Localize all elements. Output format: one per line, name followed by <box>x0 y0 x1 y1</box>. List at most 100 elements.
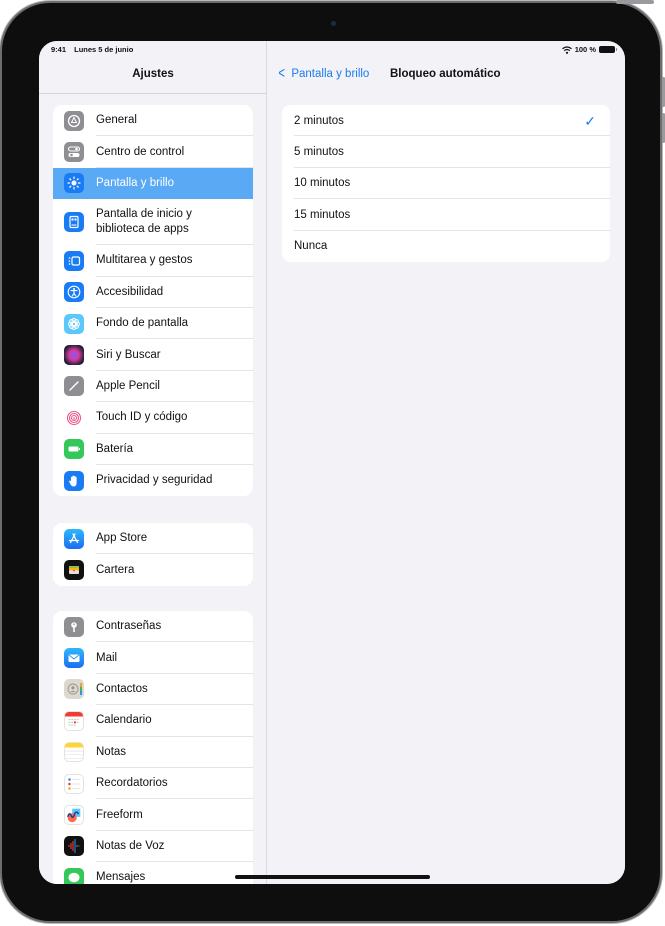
sidebar-item-notes[interactable]: Notas <box>53 737 253 768</box>
sidebar-item-label: General <box>96 114 137 127</box>
option-label: Nunca <box>294 240 328 253</box>
sidebar-item-battery[interactable]: Batería <box>53 434 253 465</box>
sidebar-item-accessibility[interactable]: Accesibilidad <box>53 277 253 308</box>
sidebar-item-display-brightness[interactable]: Pantalla y brillo <box>53 167 253 200</box>
sidebar-item-label: Contactos <box>96 682 148 695</box>
sidebar-item-label: Apple Pencil <box>96 379 160 392</box>
sidebar-item-label: Fondo de pantalla <box>96 317 189 330</box>
sidebar-item-app-store[interactable]: App Store <box>53 523 253 555</box>
sidebar-item-contacts[interactable]: Contactos <box>53 674 253 706</box>
calendar-icon <box>64 710 84 731</box>
option-label: 15 minutos <box>294 208 351 221</box>
top-button <box>616 0 654 4</box>
sidebar-item-siri[interactable]: Siri y Buscar <box>53 339 253 371</box>
messages-icon <box>64 867 84 884</box>
back-label: Pantalla y brillo <box>291 68 370 80</box>
option-never[interactable]: Nunca <box>282 231 610 262</box>
reminders-icon <box>64 773 84 794</box>
divider <box>39 93 267 94</box>
sidebar-item-freeform[interactable]: Freeform <box>53 799 253 831</box>
siri-icon <box>64 345 84 366</box>
battery-icon <box>64 439 84 460</box>
battery-percent: 100 % <box>574 45 596 54</box>
sidebar-item-label: Privacidad y seguridad <box>96 474 213 487</box>
sidebar-item-touch-id[interactable]: Touch ID y código <box>53 402 253 434</box>
sidebar-item-label: Notas <box>96 745 127 758</box>
app-store-icon <box>64 528 84 549</box>
back-button[interactable]: < Pantalla y brillo <box>277 65 370 82</box>
settings-group-1: General Centro de control Pantalla y bri… <box>53 105 253 497</box>
notes-icon <box>64 742 84 763</box>
sidebar-item-label: Mail <box>96 651 118 664</box>
sidebar-item-label: Recordatorios <box>96 777 168 790</box>
option-label: 10 minutos <box>294 177 351 190</box>
auto-lock-options: 2 minutos ✓ 5 minutos 10 minutos 15 minu… <box>282 105 610 262</box>
sidebar-item-mail[interactable]: Mail <box>53 642 253 674</box>
gear-icon <box>64 110 84 131</box>
battery-status-icon <box>599 46 617 53</box>
wallet-icon <box>64 560 84 581</box>
sidebar-item-voice-memos[interactable]: Notas de Voz <box>53 831 253 863</box>
sidebar-item-calendar[interactable]: Calendario <box>53 705 253 737</box>
sidebar-item-reminders[interactable]: Recordatorios <box>53 768 253 800</box>
sidebar-item-wallet[interactable]: Cartera <box>53 554 253 585</box>
sidebar-item-label: Accesibilidad <box>96 285 164 298</box>
settings-group-2: App Store Cartera <box>53 523 253 586</box>
sidebar-item-label: Siri y Buscar <box>96 348 161 361</box>
option-label: 2 minutos <box>294 114 344 127</box>
accessibility-icon <box>64 282 84 303</box>
sidebar-item-apple-pencil[interactable]: Apple Pencil <box>53 371 253 403</box>
sidebar-item-label: Touch ID y código <box>96 411 188 424</box>
wallpaper-flower-icon <box>64 313 84 334</box>
sidebar-item-label: Mensajes <box>96 871 146 884</box>
sidebar-item-messages[interactable]: Mensajes <box>53 862 253 884</box>
sidebar-item-passwords[interactable]: Contraseñas <box>53 611 253 643</box>
home-screen-icon <box>64 212 84 233</box>
status-bar-right: 100 % <box>561 45 617 54</box>
sidebar-item-label: App Store <box>96 532 148 545</box>
sidebar-item-label: Contraseñas <box>96 620 162 633</box>
sidebar-item-label: Pantalla de inicio y biblioteca de apps <box>96 208 192 236</box>
sidebar-item-control-center[interactable]: Centro de control <box>53 136 253 168</box>
screen: 9:41 Lunes 5 de junio Ajustes General Ce… <box>39 41 625 884</box>
detail-pane: 100 % < Pantalla y brillo Bloqueo automá… <box>268 41 625 884</box>
toggles-icon <box>64 142 84 163</box>
sidebar-item-label: Calendario <box>96 714 152 727</box>
fingerprint-icon <box>64 407 84 428</box>
hand-icon <box>64 470 84 491</box>
status-bar-left: 9:41 Lunes 5 de junio <box>51 45 139 54</box>
sidebar-item-label: Batería <box>96 442 134 455</box>
sidebar-item-label: Freeform <box>96 808 143 821</box>
sidebar-item-general[interactable]: General <box>53 105 253 137</box>
sidebar-title: Ajustes <box>132 68 174 80</box>
option-10-minutes[interactable]: 10 minutos <box>282 168 610 200</box>
option-5-minutes[interactable]: 5 minutos <box>282 136 610 168</box>
key-icon <box>64 616 84 637</box>
option-label: 5 minutos <box>294 146 344 159</box>
sidebar-item-label: Multitarea y gestos <box>96 254 193 267</box>
home-indicator[interactable] <box>235 875 430 879</box>
sidebar-item-wallpaper[interactable]: Fondo de pantalla <box>53 308 253 340</box>
sun-icon <box>64 173 84 194</box>
mail-icon <box>64 648 84 669</box>
freeform-icon <box>64 805 84 826</box>
contacts-icon <box>64 679 84 700</box>
voice-memos-icon <box>64 836 84 857</box>
sidebar-item-label: Pantalla y brillo <box>96 176 174 189</box>
option-2-minutes[interactable]: 2 minutos ✓ <box>282 105 610 137</box>
sidebar-item-label: Centro de control <box>96 145 185 158</box>
multitask-icon <box>64 250 84 271</box>
sidebar-item-home-screen[interactable]: Pantalla de inicio y biblioteca de apps <box>53 199 253 246</box>
sidebar-item-label: Notas de Voz <box>96 839 165 852</box>
chevron-left-icon: < <box>278 65 285 82</box>
status-time: 9:41 <box>51 45 67 54</box>
settings-sidebar: 9:41 Lunes 5 de junio Ajustes General Ce… <box>39 41 267 884</box>
settings-group-3: Contraseñas Mail Contactos Calendario No… <box>53 611 253 884</box>
sidebar-item-multitasking[interactable]: Multitarea y gestos <box>53 245 253 277</box>
front-camera <box>331 21 336 26</box>
sidebar-item-privacy[interactable]: Privacidad y seguridad <box>53 465 253 496</box>
pencil-icon <box>64 376 84 397</box>
sidebar-item-label: Cartera <box>96 563 135 576</box>
option-15-minutes[interactable]: 15 minutos <box>282 199 610 231</box>
checkmark-icon: ✓ <box>584 113 596 129</box>
